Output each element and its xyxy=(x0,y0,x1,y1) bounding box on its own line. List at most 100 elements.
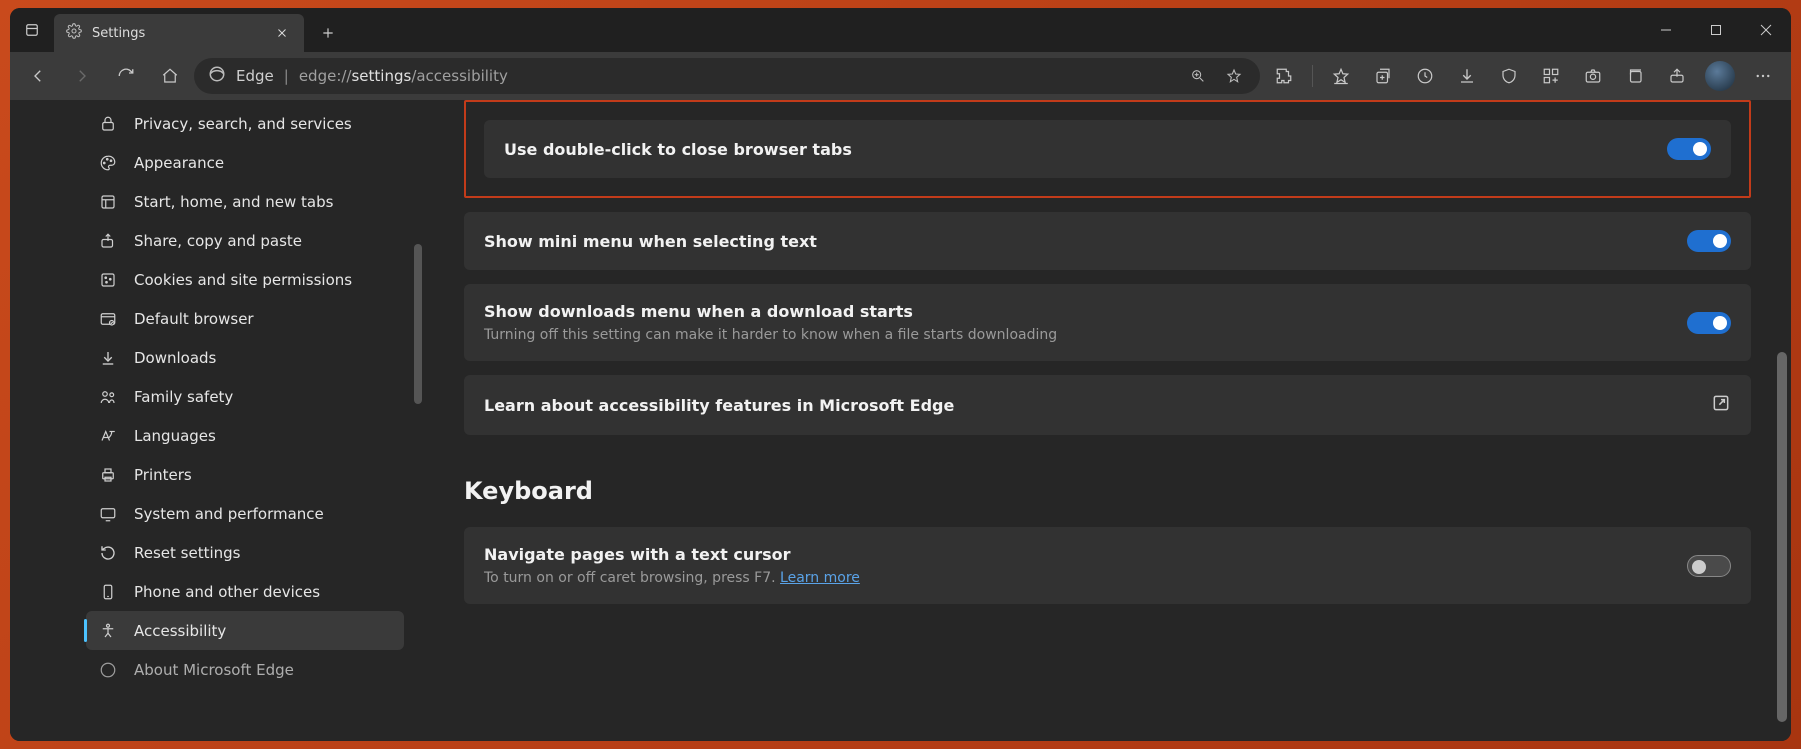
sidebar-item-label: Downloads xyxy=(134,349,216,367)
window-controls xyxy=(1641,8,1791,52)
setting-card-learn-accessibility[interactable]: Learn about accessibility features in Mi… xyxy=(464,375,1751,435)
addressbar: Edge | edge://settings/accessibility xyxy=(10,52,1791,100)
minimize-button[interactable] xyxy=(1641,8,1691,52)
url-text: edge://settings/accessibility xyxy=(299,67,508,85)
main-scrollbar[interactable] xyxy=(1777,352,1787,722)
monitor-icon xyxy=(98,504,118,524)
collections-icon[interactable] xyxy=(1363,56,1403,96)
settings-content: Privacy, search, and services Appearance… xyxy=(10,100,1791,741)
sidebar-item-label: Start, home, and new tabs xyxy=(134,193,333,211)
external-link-icon xyxy=(1711,393,1731,417)
new-tab-button[interactable] xyxy=(310,15,346,51)
card-title: Show downloads menu when a download star… xyxy=(484,302,1687,321)
favorites-icon[interactable] xyxy=(1321,56,1361,96)
maximize-button[interactable] xyxy=(1691,8,1741,52)
url-app-label: Edge xyxy=(236,67,274,85)
card-title: Navigate pages with a text cursor xyxy=(484,545,1687,564)
toggle-doubleclick-close[interactable] xyxy=(1667,138,1711,160)
phone-icon xyxy=(98,582,118,602)
download-icon xyxy=(98,348,118,368)
family-icon xyxy=(98,387,118,407)
tab-title: Settings xyxy=(92,26,145,41)
sidebar-item-phone[interactable]: Phone and other devices xyxy=(86,572,404,611)
printer-icon xyxy=(98,465,118,485)
browser-icon xyxy=(98,309,118,329)
palette-icon xyxy=(98,153,118,173)
home-button[interactable] xyxy=(150,56,190,96)
titlebar: Settings xyxy=(10,8,1791,52)
sidebar-item-label: Privacy, search, and services xyxy=(134,115,352,133)
sidebar-item-privacy[interactable]: Privacy, search, and services xyxy=(86,104,404,143)
shield-icon[interactable] xyxy=(1489,56,1529,96)
setting-card-mini-menu: Show mini menu when selecting text xyxy=(464,212,1751,270)
sidebar-item-label: Accessibility xyxy=(134,622,226,640)
grid-icon xyxy=(98,192,118,212)
url-field[interactable]: Edge | edge://settings/accessibility xyxy=(194,58,1260,94)
sidebar-item-label: Appearance xyxy=(134,154,224,172)
sidebar-item-label: Phone and other devices xyxy=(134,583,320,601)
share-icon[interactable] xyxy=(1657,56,1697,96)
sidebar-item-start[interactable]: Start, home, and new tabs xyxy=(86,182,404,221)
sidebar-item-cookies[interactable]: Cookies and site permissions xyxy=(86,260,404,299)
lock-icon xyxy=(98,114,118,134)
zoom-icon[interactable] xyxy=(1182,60,1214,92)
sidebar-item-label: Reset settings xyxy=(134,544,241,562)
settings-main: Use double-click to close browser tabs S… xyxy=(424,100,1791,741)
sidebar-item-appearance[interactable]: Appearance xyxy=(86,143,404,182)
sidebar-item-family[interactable]: Family safety xyxy=(86,377,404,416)
sidebar-item-system[interactable]: System and performance xyxy=(86,494,404,533)
close-tab-button[interactable] xyxy=(270,21,294,45)
sidebar-item-about[interactable]: About Microsoft Edge xyxy=(86,650,404,689)
forward-button[interactable] xyxy=(62,56,102,96)
settings-sidebar: Privacy, search, and services Appearance… xyxy=(10,100,424,741)
language-icon xyxy=(98,426,118,446)
apps-icon[interactable] xyxy=(1531,56,1571,96)
history-icon[interactable] xyxy=(1405,56,1445,96)
sidebar-item-default-browser[interactable]: Default browser xyxy=(86,299,404,338)
favorite-star-icon[interactable] xyxy=(1218,60,1250,92)
card-description: Turning off this setting can make it har… xyxy=(484,327,1687,343)
highlight-frame: Use double-click to close browser tabs xyxy=(464,100,1751,198)
learn-more-link[interactable]: Learn more xyxy=(780,570,860,586)
sidebar-item-share[interactable]: Share, copy and paste xyxy=(86,221,404,260)
section-heading-keyboard: Keyboard xyxy=(464,477,1751,505)
setting-card-doubleclick-close: Use double-click to close browser tabs xyxy=(484,120,1731,178)
card-description: To turn on or off caret browsing, press … xyxy=(484,570,1687,586)
refresh-button[interactable] xyxy=(106,56,146,96)
toggle-mini-menu[interactable] xyxy=(1687,230,1731,252)
sidebar-scrollbar[interactable] xyxy=(414,244,422,404)
toggle-downloads-menu[interactable] xyxy=(1687,312,1731,334)
info-icon xyxy=(98,660,118,680)
sidebar-item-printers[interactable]: Printers xyxy=(86,455,404,494)
browser-tab[interactable]: Settings xyxy=(54,14,304,52)
gear-icon xyxy=(66,23,82,43)
sidebar-item-label: Family safety xyxy=(134,388,233,406)
tab-actions-button[interactable] xyxy=(10,8,54,52)
more-menu-icon[interactable] xyxy=(1743,56,1783,96)
sidebar-item-languages[interactable]: Languages xyxy=(86,416,404,455)
downloads-icon[interactable] xyxy=(1447,56,1487,96)
edge-logo-icon xyxy=(208,65,226,87)
sidebar-item-label: Printers xyxy=(134,466,192,484)
setting-card-caret-browsing: Navigate pages with a text cursor To tur… xyxy=(464,527,1751,604)
tabs-overview-icon[interactable] xyxy=(1615,56,1655,96)
back-button[interactable] xyxy=(18,56,58,96)
cookie-icon xyxy=(98,270,118,290)
sidebar-item-label: About Microsoft Edge xyxy=(134,661,294,679)
close-window-button[interactable] xyxy=(1741,8,1791,52)
accessibility-icon xyxy=(98,621,118,641)
extensions-icon[interactable] xyxy=(1264,56,1304,96)
sidebar-item-accessibility[interactable]: Accessibility xyxy=(86,611,404,650)
browser-window: Settings Edge | edge://settings/accessib… xyxy=(10,8,1791,741)
profile-avatar[interactable] xyxy=(1705,61,1735,91)
card-title: Show mini menu when selecting text xyxy=(484,232,1687,251)
sidebar-item-label: System and performance xyxy=(134,505,324,523)
toggle-caret-browsing[interactable] xyxy=(1687,555,1731,577)
reset-icon xyxy=(98,543,118,563)
screenshot-icon[interactable] xyxy=(1573,56,1613,96)
sidebar-item-downloads[interactable]: Downloads xyxy=(86,338,404,377)
sidebar-item-label: Default browser xyxy=(134,310,254,328)
setting-card-downloads-menu: Show downloads menu when a download star… xyxy=(464,284,1751,361)
sidebar-item-label: Share, copy and paste xyxy=(134,232,302,250)
sidebar-item-reset[interactable]: Reset settings xyxy=(86,533,404,572)
